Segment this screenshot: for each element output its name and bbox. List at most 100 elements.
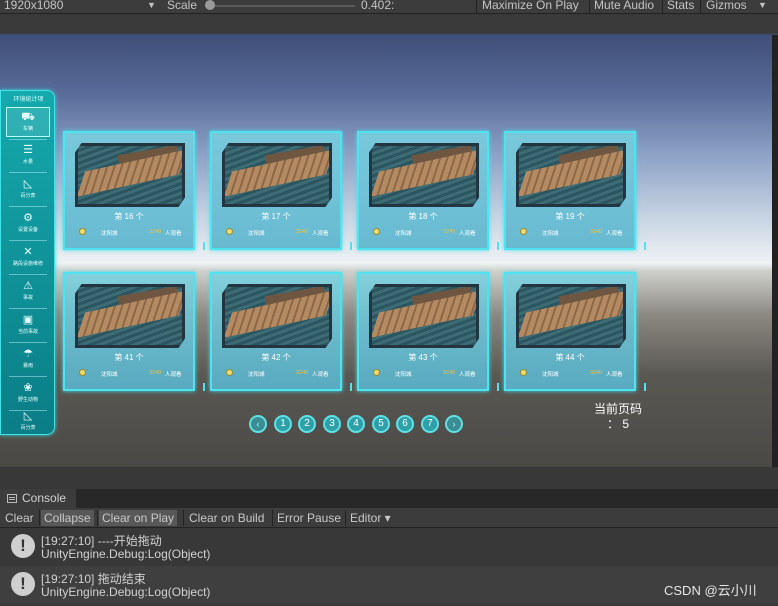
page-button-current[interactable]: 5 (372, 415, 390, 433)
card-thumbnail (369, 284, 479, 348)
scale-slider-track[interactable] (210, 5, 355, 7)
toolbar-divider (97, 510, 98, 526)
sidebar-item-rain[interactable]: ☂ 暴雨 (6, 345, 50, 375)
sidebar-item-vehicle[interactable]: ⛟ 车辆 (6, 107, 50, 137)
collapse-toggle[interactable]: Collapse (41, 510, 94, 526)
log-entry[interactable]: ! [19:27:10] 拖动结束 UnityEngine.Debug:Log(… (0, 566, 778, 604)
card-title: 第 17 个 (261, 212, 291, 221)
card-info: 沈阳城 3240 人观看 (65, 369, 193, 379)
sidebar-item-maintenance[interactable]: ✕ 路段设施维修 (6, 243, 50, 273)
card-thumbnail (369, 143, 479, 207)
sidebar-item-water[interactable]: ☰ 水量 (6, 141, 50, 171)
gear-icon: ⚙ (23, 212, 33, 224)
scale-label: Scale (167, 0, 198, 12)
tab-console-label: Console (22, 491, 67, 505)
card-thumbnail (222, 284, 332, 348)
page-button[interactable]: 2 (298, 415, 316, 433)
sidebar-item-label: 野生动物 (17, 397, 38, 403)
info-icon: ! (11, 534, 35, 558)
mute-audio-toggle[interactable]: Mute Audio (594, 0, 654, 12)
card-corner-accent (350, 242, 352, 250)
toolbar-divider (183, 510, 184, 526)
sidebar-title: 环境统计项 (13, 97, 44, 103)
editor-dropdown[interactable]: Editor ▾ (347, 510, 394, 526)
content-card[interactable]: 第 17 个沈阳城 3240 人观看 (210, 131, 352, 250)
content-card[interactable]: 第 44 个沈阳城 3240 人观看 (504, 272, 646, 391)
console-icon (7, 494, 17, 503)
info-icon: ! (11, 572, 35, 596)
clear-button[interactable]: Clear (2, 510, 37, 526)
sidebar-item-label: 百分表 (20, 193, 36, 199)
card-view-unit: 人观看 (312, 231, 329, 237)
card-title: 第 19 个 (555, 212, 585, 221)
toolbar-divider (39, 510, 40, 526)
game-view: 环境统计项 ⛟ 车辆 ☰ 水量 ◺ 百分表 ⚙ 设置设备 ✕ 路段设施维修 ⚠ … (0, 15, 778, 467)
card-info: 沈阳城 3240 人观看 (359, 369, 487, 379)
card-corner-accent (644, 242, 646, 250)
stats-toggle[interactable]: Stats (667, 0, 694, 12)
current-page-value: ： 5 (606, 417, 629, 431)
rain-icon: ☂ (23, 348, 33, 360)
card-view-unit: 人观看 (165, 231, 182, 237)
prev-page-button[interactable]: ‹ (249, 415, 267, 433)
page-button[interactable]: 3 (323, 415, 341, 433)
log-entry[interactable]: ! [19:27:10] ----开始拖动 UnityEngine.Debug:… (0, 528, 778, 566)
sidebar-divider (9, 206, 47, 207)
clear-on-build-toggle[interactable]: Clear on Build (186, 510, 267, 526)
watermark: CSDN @云小川 (664, 583, 757, 598)
error-pause-toggle[interactable]: Error Pause (274, 510, 344, 526)
content-card[interactable]: 第 42 个沈阳城 3240 人观看 (210, 272, 352, 391)
coin-icon (226, 228, 233, 235)
sidebar-divider (9, 376, 47, 377)
maximize-on-play-toggle[interactable]: Maximize On Play (482, 0, 579, 12)
scale-slider-thumb[interactable] (205, 0, 215, 10)
sidebar-item-label: 当前事故 (17, 329, 38, 335)
calendar-icon: ▣ (22, 314, 34, 326)
toolbar-divider (345, 510, 346, 526)
content-card[interactable]: 第 16 个沈阳城 3240 人观看 (63, 131, 205, 250)
content-card[interactable]: 第 19 个沈阳城 3240 人观看 (504, 131, 646, 250)
page-button[interactable]: 4 (347, 415, 365, 433)
coin-icon (520, 228, 527, 235)
sidebar-item-current-accident[interactable]: ▣ 当前事故 (6, 311, 50, 341)
coin-icon (373, 228, 380, 235)
card-thumbnail (516, 143, 626, 207)
next-page-button[interactable]: › (445, 415, 463, 433)
card-view-count: 3240 (443, 370, 456, 376)
card-corner-accent (497, 383, 499, 391)
card-info: 沈阳城 3240 人观看 (506, 369, 634, 379)
page-button[interactable]: 6 (396, 415, 414, 433)
chevron-down-icon[interactable]: ▼ (147, 0, 156, 10)
ruler-icon: ◺ (23, 178, 33, 190)
card-title: 第 43 个 (408, 353, 438, 362)
card-title: 第 41 个 (114, 353, 144, 362)
tab-console[interactable]: Console (0, 489, 76, 508)
page-button[interactable]: 7 (421, 415, 439, 433)
animal-icon: ❀ (23, 382, 33, 394)
sidebar-item-wildlife[interactable]: ❀ 野生动物 (6, 379, 50, 409)
sidebar-item-accident[interactable]: ⚠ 事故 (6, 277, 50, 307)
sidebar-item-equipment[interactable]: ⚙ 设置设备 (6, 209, 50, 239)
toolbar-divider (662, 0, 663, 14)
coin-icon (373, 369, 380, 376)
sidebar-item-gauge[interactable]: ◺ 百分表 (6, 175, 50, 205)
sidebar-item-gauge-2[interactable]: ◺ 百分表 (6, 407, 50, 437)
toolbar-divider (476, 0, 477, 14)
card-view-count: 3240 (149, 370, 162, 376)
lines-icon: ☰ (23, 144, 33, 156)
resolution-dropdown[interactable]: 1920x1080 (4, 0, 63, 12)
sidebar-divider (9, 342, 47, 343)
card-title: 第 42 个 (261, 353, 291, 362)
gizmos-toggle[interactable]: Gizmos (706, 0, 747, 12)
page-button[interactable]: 1 (274, 415, 292, 433)
warning-icon: ⚠ (23, 280, 33, 292)
content-card[interactable]: 第 43 个沈阳城 3240 人观看 (357, 272, 499, 391)
card-corner-accent (644, 383, 646, 391)
card-city: 沈阳城 (101, 231, 118, 237)
content-card[interactable]: 第 41 个沈阳城 3240 人观看 (63, 272, 205, 391)
content-card[interactable]: 第 18 个沈阳城 3240 人观看 (357, 131, 499, 250)
clear-on-play-toggle[interactable]: Clear on Play (99, 510, 178, 526)
chevron-down-icon[interactable]: ▼ (758, 0, 767, 10)
console-tab-bar: Console (0, 489, 778, 508)
sidebar-divider (9, 172, 47, 173)
